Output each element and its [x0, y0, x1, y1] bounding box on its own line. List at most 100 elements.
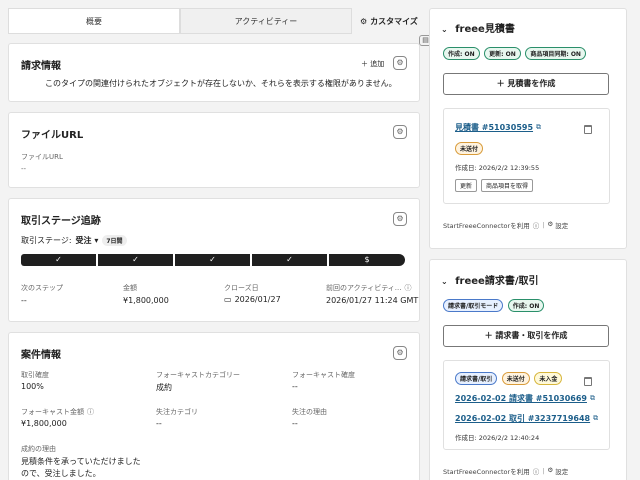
- create-invoice-button[interactable]: ＋ 請求書・取引を作成: [443, 325, 609, 347]
- update-button[interactable]: 更新: [455, 179, 478, 192]
- info-icon: ⓘ: [404, 284, 412, 292]
- next-step-value: --: [21, 296, 27, 305]
- settings-label: 設定: [555, 222, 569, 230]
- deal-info-settings-icon[interactable]: ⚙: [393, 346, 407, 360]
- quote-status-pill: 未送付: [455, 142, 484, 155]
- invoice-info-settings-icon[interactable]: ⚙: [393, 56, 407, 70]
- stage-label: 取引ステージ:: [21, 236, 72, 245]
- invoice-unpaid-pill: 未入金: [534, 372, 563, 385]
- chevron-down-icon: ⌄: [441, 277, 448, 286]
- close-date-value: 2026/01/27: [234, 295, 281, 304]
- quote-sync-pill: 商品項目同期: ON: [525, 47, 586, 60]
- lost-category-label: 失注カテゴリ: [156, 408, 198, 416]
- chevron-down-icon: ⌄: [441, 25, 448, 34]
- next-step-label: 次のステップ: [21, 284, 63, 292]
- amount-label: 金額: [123, 284, 137, 292]
- deal-info-title: 案件情報: [21, 350, 61, 361]
- quote-footer-text: StartFreeeConnectorを利用: [443, 222, 530, 230]
- info-icon: ⓘ: [87, 408, 94, 416]
- info-icon: ⓘ: [532, 468, 540, 476]
- invoice-panel-title: freee請求書/取引: [455, 276, 539, 287]
- stage-dropdown[interactable]: 受注 ▾: [76, 235, 99, 246]
- stage-value: 受注: [75, 236, 92, 245]
- stage-tracking-title: 取引ステージ追跡: [21, 216, 101, 227]
- settings-link[interactable]: ⚙ 設定: [547, 466, 568, 476]
- close-date-row: ▭ 2026/01/27: [224, 295, 281, 304]
- quote-actions: 更新 商品項目を取得: [455, 179, 534, 192]
- won-reason-label: 成約の理由: [21, 445, 56, 453]
- customize-label: カスタマイズ: [370, 16, 418, 26]
- tab-activity-label: アクティビティー: [234, 16, 298, 26]
- file-url-field-value: --: [21, 165, 27, 173]
- last-activity-label: 前回のアクティビティ... ⓘ: [326, 283, 412, 293]
- forecast-category-label: フォーキャストカテゴリー: [156, 371, 240, 379]
- stage-step-1: ✓: [21, 254, 96, 266]
- stage-step-4: ✓: [252, 254, 327, 266]
- quote-link-row: 見積書 #51030595 ⧉: [455, 122, 541, 133]
- tab-overview[interactable]: 概要: [8, 8, 180, 34]
- invoice-type-pill: 請求書/取引: [455, 372, 498, 385]
- calendar-icon: ▭: [224, 295, 232, 304]
- deal-info-card: 案件情報 ⚙ 取引確度 100% フォーキャストカテゴリー 成約 フォーキャスト…: [8, 332, 420, 480]
- invoice-info-card: 請求情報 ＋ 追加 ⚙ このタイプの関連付けられたオブジェクトが存在しないか、そ…: [8, 43, 420, 102]
- external-link-icon[interactable]: ⧉: [593, 414, 598, 423]
- customize-button[interactable]: ⚙ カスタマイズ: [360, 8, 418, 34]
- quote-update-pill: 更新: ON: [484, 47, 521, 60]
- fetch-items-button[interactable]: 商品項目を取得: [481, 179, 534, 192]
- invoice-panel-header[interactable]: ⌄ freee請求書/取引: [441, 272, 538, 287]
- quote-panel-title: freee見積書: [455, 24, 515, 35]
- invoice-footer-text: StartFreeeConnectorを利用: [443, 468, 530, 476]
- lost-reason-label: 失注の理由: [292, 408, 327, 416]
- lost-category-value: --: [156, 419, 162, 428]
- quote-panel-header[interactable]: ⌄ freee見積書: [441, 20, 515, 35]
- stage-row: 取引ステージ: 受注 ▾ 7日間: [21, 235, 127, 246]
- tab-activity[interactable]: アクティビティー: [180, 8, 352, 34]
- file-url-title: ファイルURL: [21, 130, 84, 141]
- probability-value: 100%: [21, 382, 44, 391]
- amount-value: ¥1,800,000: [123, 296, 169, 305]
- forecast-amount-label: フォーキャスト金額: [21, 408, 84, 416]
- trash-icon[interactable]: [584, 377, 592, 386]
- invoice-info-title: 請求情報: [21, 61, 61, 72]
- settings-link[interactable]: ⚙ 設定: [547, 220, 568, 230]
- divider: |: [542, 221, 545, 229]
- info-icon: ⓘ: [532, 222, 540, 230]
- forecast-probability-value: --: [292, 382, 298, 391]
- deal-link[interactable]: 2026-02-02 取引 #3237719648: [455, 413, 590, 424]
- trash-icon[interactable]: [584, 125, 592, 134]
- quote-link[interactable]: 見積書 #51030595: [455, 122, 533, 133]
- empty-message: このタイプの関連付けられたオブジェクトが存在しないか、それらを表示する権限があり…: [45, 79, 397, 88]
- invoice-link-row-2: 2026-02-02 取引 #3237719648 ⧉: [455, 413, 598, 424]
- last-activity-value: 2026/01/27 11:24 GMT: [326, 296, 419, 305]
- gear-icon: ⚙: [547, 466, 554, 474]
- invoice-link-row-1: 2026-02-02 請求書 #51030669 ⧉: [455, 393, 595, 404]
- invoice-link[interactable]: 2026-02-02 請求書 #51030669: [455, 393, 587, 404]
- quote-created: 作成日: 2026/2/2 12:39:55: [455, 164, 540, 172]
- external-link-icon[interactable]: ⧉: [536, 123, 541, 132]
- external-link-icon[interactable]: ⧉: [590, 394, 595, 403]
- lost-reason-value: --: [292, 419, 298, 428]
- close-date-label: クローズ日: [224, 284, 259, 292]
- settings-label: 設定: [555, 468, 569, 476]
- forecast-category-value: 成約: [156, 383, 172, 392]
- create-quote-button[interactable]: ＋ 見積書を作成: [443, 73, 609, 95]
- won-reason-line1: 見積条件を承っていただけました: [21, 457, 141, 466]
- divider: |: [542, 467, 545, 475]
- invoice-created: 作成日: 2026/2/2 12:40:24: [455, 434, 540, 442]
- gear-icon: ⚙: [547, 220, 554, 228]
- invoice-mode-pill: 請求書/取引モード: [443, 299, 504, 312]
- forecast-probability-label: フォーキャスト確度: [292, 371, 355, 379]
- invoice-status-pills: 請求書/取引 未送付 未入金: [455, 372, 564, 385]
- stage-step-5: $: [329, 254, 405, 266]
- won-reason-line2: ので、受注しました。: [21, 469, 101, 478]
- invoice-pills: 請求書/取引モード 作成: ON: [443, 299, 546, 312]
- tab-bar: 概要 アクティビティー ⚙ カスタマイズ: [8, 8, 420, 34]
- invoice-footer: StartFreeeConnectorを利用 ⓘ | ⚙ 設定: [443, 466, 568, 476]
- quote-pills: 作成: ON 更新: ON 商品項目同期: ON: [443, 47, 588, 60]
- add-button[interactable]: ＋ 追加: [361, 59, 384, 69]
- quote-footer: StartFreeeConnectorを利用 ⓘ | ⚙ 設定: [443, 220, 568, 230]
- invoice-unsent-pill: 未送付: [501, 372, 530, 385]
- file-url-settings-icon[interactable]: ⚙: [393, 125, 407, 139]
- stage-tracking-settings-icon[interactable]: ⚙: [393, 212, 407, 226]
- last-activity-label-text: 前回のアクティビティ...: [326, 284, 402, 292]
